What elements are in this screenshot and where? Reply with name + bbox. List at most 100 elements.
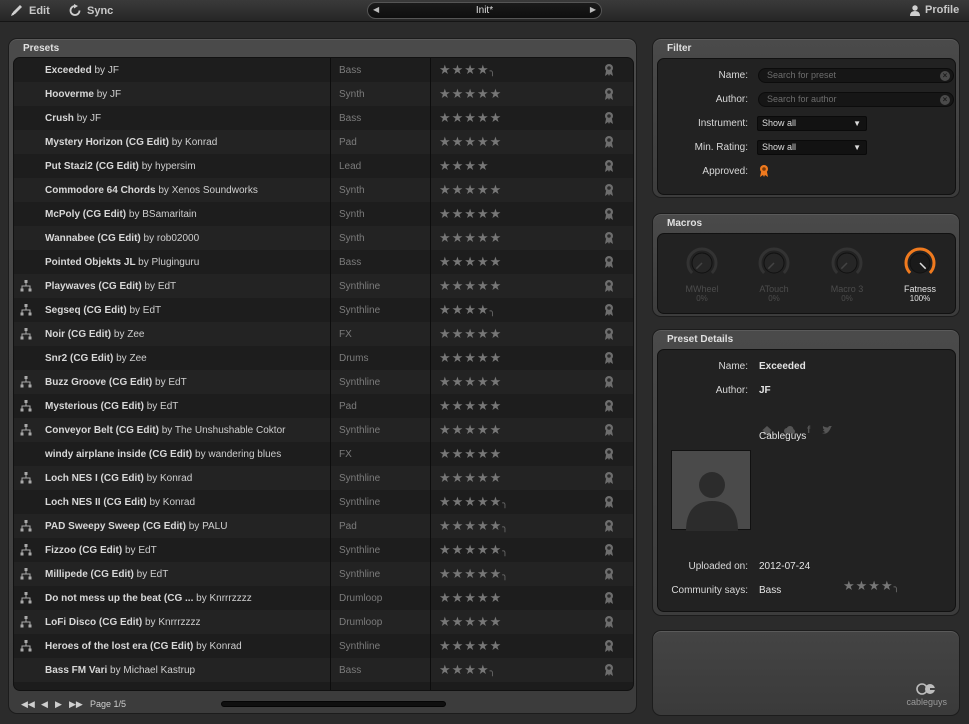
preset-row[interactable]: Heroes of the lost era (CG Edit) by Konr…: [14, 634, 633, 658]
prev-page-icon[interactable]: ◀: [41, 699, 48, 710]
macro-name: Fatness: [903, 284, 936, 294]
approval-medal-icon: [605, 184, 613, 196]
preset-rating[interactable]: ★★★★★: [439, 110, 502, 126]
tree-icon: [20, 640, 32, 652]
preset-rating[interactable]: ★★★★★: [439, 638, 502, 654]
preset-rating[interactable]: ★★★★★: [439, 254, 502, 270]
preset-rating[interactable]: ★★★★★: [439, 86, 502, 102]
twitter-icon[interactable]: [822, 426, 833, 435]
preset-author: by The Unshushable Coktor: [161, 425, 286, 436]
filter-body: Name: Search for preset × Author: Search…: [657, 58, 956, 195]
preset-rating[interactable]: ★★★★★╮: [439, 542, 509, 558]
preset-row[interactable]: Mysterious (CG Edit) by EdT Pad ★★★★★: [14, 394, 633, 418]
preset-row[interactable]: Crush by JF Bass ★★★★★: [14, 106, 633, 130]
preset-row[interactable]: PAD Sweepy Sweep (CG Edit) by PALU Pad ★★★…: [14, 514, 633, 538]
preset-rating[interactable]: ★★★★★: [439, 470, 502, 486]
preset-rating[interactable]: ★★★★★: [439, 374, 502, 390]
preset-rating[interactable]: ★★★★★: [439, 230, 502, 246]
preset-row[interactable]: Noir (CG Edit) by Zee FX ★★★★★: [14, 322, 633, 346]
tree-icon: [20, 328, 32, 340]
preset-rating[interactable]: ★★★★★: [439, 134, 502, 150]
preset-row[interactable]: Millipede (CG Edit) by EdT Synthline ★★★★★…: [14, 562, 633, 586]
preset-rating[interactable]: ★★★★★╮: [439, 566, 509, 582]
preset-row[interactable]: McPoly (CG Edit) by BSamaritain Synth ★★★★…: [14, 202, 633, 226]
author-search-placeholder: Search for author: [767, 94, 837, 104]
preset-rating[interactable]: ★★★★★: [439, 350, 502, 366]
preset-row[interactable]: Playwaves (CG Edit) by EdT Synthline ★★★★★: [14, 274, 633, 298]
half-star-icon: ╮: [502, 570, 509, 580]
preset-rating[interactable]: ★★★★★: [439, 590, 502, 606]
preset-rating[interactable]: ★★★★★: [439, 614, 502, 630]
next-page-icon[interactable]: ▶: [55, 699, 62, 710]
approval-medal-icon: [605, 616, 613, 628]
profile-button[interactable]: Profile: [910, 4, 959, 16]
preset-rating[interactable]: ★★★★★: [439, 278, 502, 294]
preset-row[interactable]: Fizzoo (CG Edit) by EdT Synthline ★★★★★╮: [14, 538, 633, 562]
preset-row[interactable]: Snr2 (CG Edit) by Zee Drums ★★★★★: [14, 346, 633, 370]
preset-rating[interactable]: ★★★★★: [439, 326, 502, 342]
preset-rating[interactable]: ★★★★╮: [439, 62, 496, 78]
sync-button[interactable]: Sync: [68, 4, 113, 17]
preset-row[interactable]: Wannabee (CG Edit) by rob02000 Synth ★★★★★: [14, 226, 633, 250]
name-search-input[interactable]: Search for preset ×: [758, 68, 954, 83]
sync-icon: [69, 4, 81, 16]
preset-row[interactable]: Exceeded by JF Bass ★★★★╮: [14, 58, 633, 82]
uploaded-value: 2012-07-24: [759, 561, 811, 572]
macro-knob-2[interactable]: ATouch 0%: [744, 246, 804, 303]
preset-row[interactable]: Buzz Groove (CG Edit) by EdT Synthline ★★★…: [14, 370, 633, 394]
preset-row[interactable]: Loch NES I (CG Edit) by Konrad Synthline ★…: [14, 466, 633, 490]
preset-row[interactable]: Bass FM Vari by Michael Kastrup Bass ★★★★╮: [14, 658, 633, 682]
preset-row[interactable]: Mystery Horizon (CG Edit) by Konrad Pad ★★…: [14, 130, 633, 154]
cableguys-logo-icon: [915, 683, 936, 695]
preset-row[interactable]: Do not mess up the beat (CG ... by Knrrr…: [14, 586, 633, 610]
preset-row[interactable]: LoFi Disco (CG Edit) by Knrrrzzzz Drumloo…: [14, 610, 633, 634]
preset-name: Mystery Horizon (CG Edit): [45, 137, 169, 148]
preset-instrument: Bass: [339, 257, 362, 268]
tree-icon: [20, 280, 32, 292]
preset-rating[interactable]: ★★★★★: [439, 446, 502, 462]
preset-row[interactable]: Loch NES II (CG Edit) by Konrad Synthline…: [14, 490, 633, 514]
author-search-input[interactable]: Search for author ×: [758, 92, 954, 107]
preset-list[interactable]: Exceeded by JF Bass ★★★★╮ Hooverme by JF Syn…: [13, 57, 634, 691]
approval-medal-icon: [605, 112, 613, 124]
preset-row[interactable]: Commodore 64 Chords by Xenos Soundworks S…: [14, 178, 633, 202]
preset-rating[interactable]: ★★★★★: [439, 182, 502, 198]
macro-knob-3[interactable]: Macro 3 0%: [817, 246, 877, 303]
clear-icon[interactable]: ×: [940, 71, 950, 81]
approved-medal-icon[interactable]: [759, 164, 769, 178]
preset-author: by JF: [76, 113, 102, 124]
preset-rating[interactable]: ★★★★: [439, 158, 490, 174]
preset-rating[interactable]: ★★★★★: [439, 398, 502, 414]
last-page-icon[interactable]: ▶▶: [69, 699, 83, 710]
preset-name: Commodore 64 Chords: [45, 185, 156, 196]
preset-row[interactable]: windy airplane inside (CG Edit) by wande…: [14, 442, 633, 466]
instrument-select[interactable]: Show all ▼: [757, 116, 867, 131]
preset-row[interactable]: Segseq (CG Edit) by EdT Synthline ★★★★╮: [14, 298, 633, 322]
first-page-icon[interactable]: ◀◀: [21, 699, 35, 710]
preset-rating[interactable]: ★★★★╮: [439, 662, 496, 678]
next-preset-icon[interactable]: ▶: [590, 5, 596, 14]
preset-row[interactable]: Put Stazi2 (CG Edit) by hypersim Lead ★★★★: [14, 154, 633, 178]
preset-rating[interactable]: ★★★★★: [439, 206, 502, 222]
preset-name: PAD Sweepy Sweep (CG Edit): [45, 521, 186, 532]
preset-row[interactable]: Hooverme by JF Synth ★★★★★: [14, 82, 633, 106]
preset-row[interactable]: Pointed Objekts JL by Pluginguru Bass ★★★★…: [14, 250, 633, 274]
preset-name: Heroes of the lost era (CG Edit): [45, 641, 194, 652]
knob-dial-icon: [686, 247, 718, 274]
macro-knob-1[interactable]: MWheel 0%: [672, 246, 732, 303]
macro-knob-4[interactable]: Fatness 100%: [890, 246, 950, 303]
tree-icon: [20, 376, 32, 388]
facebook-icon[interactable]: f: [807, 426, 810, 436]
clear-icon[interactable]: ×: [940, 95, 950, 105]
preset-instrument: Drums: [339, 353, 369, 364]
preset-rating[interactable]: ★★★★★╮: [439, 518, 509, 534]
rating-select[interactable]: Show all ▼: [757, 140, 867, 155]
preset-instrument: Synthline: [339, 281, 381, 292]
preset-rating[interactable]: ★★★★╮: [439, 302, 496, 318]
edit-button[interactable]: Edit: [10, 4, 50, 17]
horizontal-scrollbar[interactable]: [221, 701, 446, 707]
preset-rating[interactable]: ★★★★★╮: [439, 494, 509, 510]
current-preset-name[interactable]: Init*: [368, 5, 601, 16]
preset-row[interactable]: Conveyor Belt (CG Edit) by The Unshushab…: [14, 418, 633, 442]
preset-rating[interactable]: ★★★★★: [439, 422, 502, 438]
